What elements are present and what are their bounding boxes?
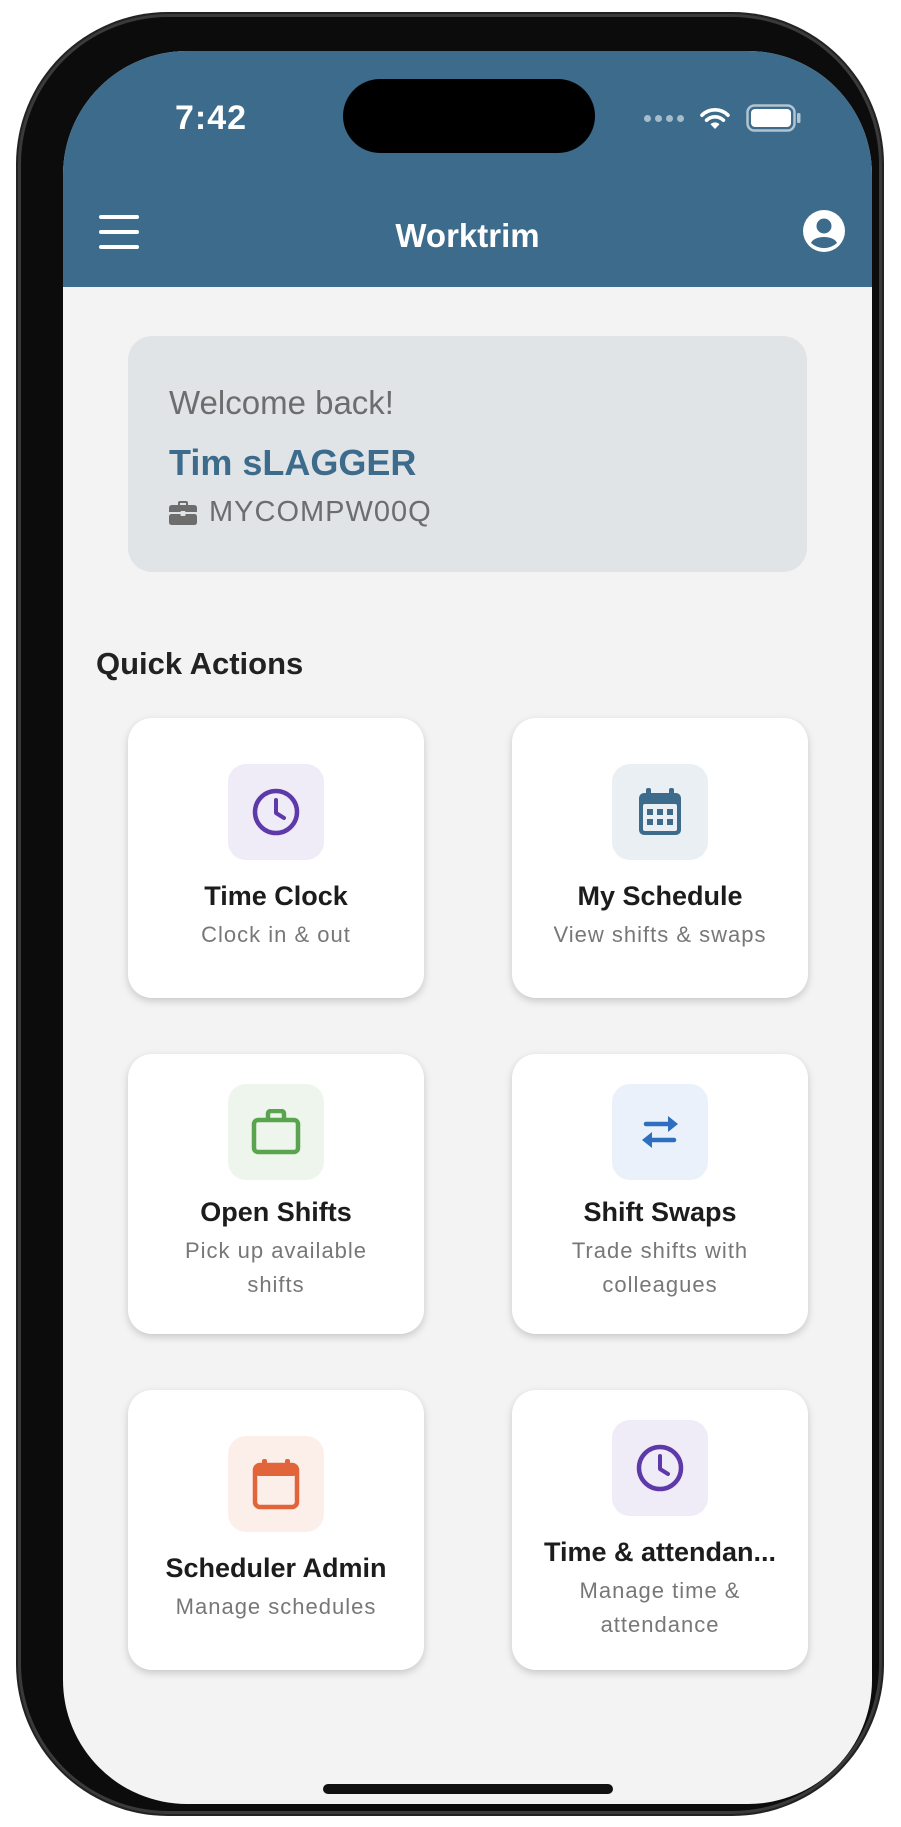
time-clock-tile[interactable]: Time Clock Clock in & out xyxy=(128,718,424,998)
tile-subtitle: Clock in & out xyxy=(201,922,351,947)
tile-title: Scheduler Admin xyxy=(165,1553,387,1583)
calendar-icon xyxy=(228,1436,324,1532)
time-attendance-tile[interactable]: Time & attendan... Manage time & attenda… xyxy=(512,1390,808,1670)
status-time: 7:42 xyxy=(175,99,248,137)
company-code: MYCOMPW00Q xyxy=(209,496,432,528)
tile-title: Shift Swaps xyxy=(583,1197,737,1227)
scheduler-admin-tile[interactable]: Scheduler Admin Manage schedules xyxy=(128,1390,424,1670)
battery-icon xyxy=(746,104,802,132)
tile-subtitle: View shifts & swaps xyxy=(553,922,767,947)
swap-arrows-icon xyxy=(612,1084,708,1180)
wifi-icon xyxy=(698,105,732,131)
calendar-icon xyxy=(612,764,708,860)
clock-icon xyxy=(228,764,324,860)
tile-subtitle: Trade shifts with colleagues xyxy=(571,1238,749,1297)
shift-swaps-tile[interactable]: Shift Swaps Trade shifts with colleagues xyxy=(512,1054,808,1334)
cellular-signal-icon xyxy=(644,114,684,122)
tile-title: Time Clock xyxy=(204,881,348,911)
welcome-greeting: Welcome back! xyxy=(169,384,394,421)
tile-title: My Schedule xyxy=(577,881,743,911)
app-header: 7:42 Worktrim xyxy=(63,51,872,287)
tile-title: Open Shifts xyxy=(200,1197,352,1227)
app-title: Worktrim xyxy=(395,217,540,254)
phone-frame: 7:42 Worktrim Welcome back! Tim sLAGGER … xyxy=(18,14,882,1814)
tile-title: Time & attendan... xyxy=(543,1537,777,1567)
open-shifts-tile[interactable]: Open Shifts Pick up available shifts xyxy=(128,1054,424,1334)
status-icons xyxy=(644,103,802,133)
welcome-card: Welcome back! Tim sLAGGER MYCOMPW00Q xyxy=(128,336,807,572)
briefcase-icon xyxy=(169,500,197,525)
quick-actions-title: Quick Actions xyxy=(96,646,304,681)
company-row: MYCOMPW00Q xyxy=(169,496,432,529)
tile-subtitle: Manage time & attendance xyxy=(579,1578,741,1637)
app-screen: 7:42 Worktrim Welcome back! Tim sLAGGER … xyxy=(63,51,872,1804)
home-indicator[interactable] xyxy=(323,1784,613,1794)
my-schedule-tile[interactable]: My Schedule View shifts & swaps xyxy=(512,718,808,998)
user-name: Tim sLAGGER xyxy=(169,442,417,483)
tile-subtitle: Pick up available shifts xyxy=(184,1238,368,1297)
clock-icon xyxy=(612,1420,708,1516)
briefcase-icon xyxy=(228,1084,324,1180)
account-circle-icon[interactable] xyxy=(802,209,846,253)
tile-subtitle: Manage schedules xyxy=(175,1594,377,1619)
dynamic-island xyxy=(343,79,595,153)
